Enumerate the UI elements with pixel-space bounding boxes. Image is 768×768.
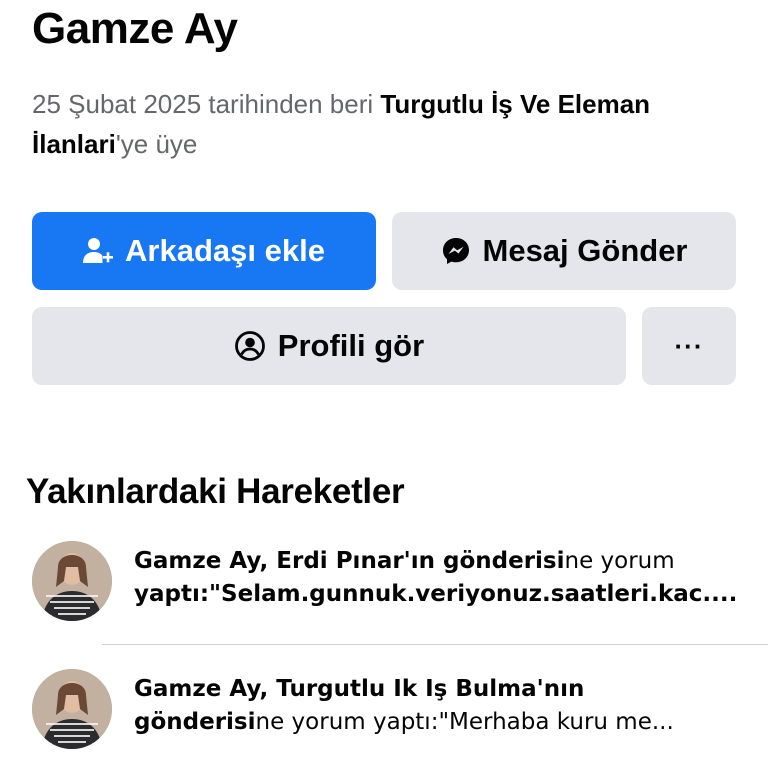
activity-comment-rest: ne yorum yaptı:"Merhaba kuru me... xyxy=(255,709,674,735)
activity-item[interactable]: Gamze Ay, Erdi Pınar'ın gönderisine yoru… xyxy=(32,541,768,621)
activity-text: Gamze Ay, Erdi Pınar'ın gönderisine yoru… xyxy=(134,545,764,611)
add-friend-label: Arkadaşı ekle xyxy=(125,233,325,268)
send-message-label: Mesaj Gönder xyxy=(482,233,688,268)
view-profile-button[interactable]: Profili gör xyxy=(32,307,626,385)
membership-info: 25 Şubat 2025 tarihinden beri Turgutlu İ… xyxy=(32,84,732,164)
membership-suffix: 'ye üye xyxy=(115,129,198,159)
more-options-button[interactable]: ··· xyxy=(642,307,736,385)
ellipsis-icon: ··· xyxy=(674,330,704,361)
activity-comment: gönderisi xyxy=(134,709,256,735)
divider xyxy=(102,644,768,645)
membership-date: 25 Şubat 2025 tarihinden beri xyxy=(32,89,381,119)
avatar[interactable] xyxy=(32,669,112,749)
activity-target[interactable]: , Turgutlu Ik Iş Bulma'nın xyxy=(260,676,585,702)
activity-item[interactable]: Gamze Ay, Turgutlu Ik Iş Bulma'nın gönde… xyxy=(32,669,768,749)
activity-target[interactable]: , Erdi Pınar'ın gönderisi xyxy=(260,548,565,574)
profile-name: Gamze Ay xyxy=(32,4,238,53)
view-profile-label: Profili gör xyxy=(277,328,425,363)
activity-actor[interactable]: Gamze Ay xyxy=(134,548,260,574)
recent-activity-title: Yakınlardaki Hareketler xyxy=(26,472,405,511)
person-circle-icon xyxy=(234,331,265,361)
person-plus-icon xyxy=(83,238,114,263)
send-message-button[interactable]: Mesaj Gönder xyxy=(392,212,736,290)
messenger-icon xyxy=(442,238,469,264)
activity-comment: yaptı:"Selam.gunnuk.veriyonuz.saatleri.k… xyxy=(134,581,738,607)
activity-action: ne yorum xyxy=(564,548,675,574)
avatar[interactable] xyxy=(32,541,112,621)
add-friend-button[interactable]: Arkadaşı ekle xyxy=(32,212,376,290)
activity-text: Gamze Ay, Turgutlu Ik Iş Bulma'nın gönde… xyxy=(134,673,764,739)
activity-actor[interactable]: Gamze Ay xyxy=(134,676,260,702)
